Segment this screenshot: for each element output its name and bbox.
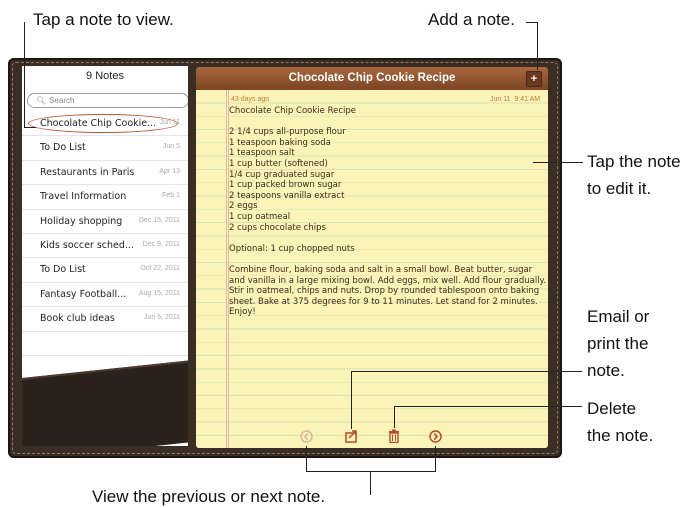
leader-line [394,406,395,428]
note-list-item-title: Kids soccer sched... [40,239,134,251]
note-list-item-date: Jun 5 [162,143,180,151]
note-list-item-title: Travel Information [40,191,127,203]
callout-delete-2: the note. [587,426,654,445]
leader-line [24,22,25,128]
note-list-item-date: Apr 13 [159,167,180,175]
callout-email-3: note. [587,361,625,380]
note-list-item[interactable]: Kids soccer sched... Dec 9, 2011 [22,234,188,259]
next-arrow-icon[interactable] [429,430,442,445]
previous-arrow-icon[interactable] [300,430,313,445]
notes-list-panel: 9 Notes 🔍︎ Search Chocolate Chip Cookie..… [22,66,188,446]
note-list-item[interactable]: Restaurants in Paris Apr 13 [22,161,188,186]
search-field[interactable]: 🔍︎ Search [27,93,188,108]
note-list-item-title: Holiday shopping [40,215,123,227]
empty-list-row [22,332,188,356]
leader-line [394,406,582,407]
note-list-item-title: To Do List [40,264,86,276]
note-title: Chocolate Chip Cookie Recipe [288,72,456,84]
trash-icon[interactable] [388,429,400,445]
note-list-item-date: Aug 15, 2011 [138,289,180,297]
margin-line [226,90,227,448]
leader-line [533,162,583,163]
note-list-item[interactable]: Chocolate Chip Cookie... Jun 11 [22,112,188,137]
callout-prev-next: View the previous or next note. [92,487,326,506]
leader-line [370,471,371,495]
note-list-item-date: Feb 1 [162,192,180,200]
notes-count-title: 9 Notes [86,70,124,82]
search-placeholder: Search [49,96,75,105]
note-list-item[interactable]: Book club ideas Jun 5, 2011 [22,307,188,332]
note-list-item-date: Dec 15, 2011 [138,216,180,224]
note-datetime: Jun 11 9:41 AM [490,96,541,103]
note-list-item[interactable]: Fantasy Football... Aug 15, 2011 [22,283,188,308]
leader-line [537,22,538,70]
note-age: 43 days ago [231,96,270,103]
leader-line [351,371,352,429]
callout-email-1: Email or [587,307,650,326]
note-list-item-title: To Do List [40,142,86,154]
callout-tap-edit-2: to edit it. [587,179,652,198]
leader-line [24,127,36,128]
note-list-item[interactable]: Travel Information Feb 1 [22,185,188,210]
note-list-item[interactable]: To Do List Jun 5 [22,136,188,161]
callout-delete-1: Delete [587,399,637,418]
note-list-item-date: Oct 22, 2011 [140,265,180,273]
leader-line [306,446,307,472]
leader-line [306,471,436,472]
plus-icon: + [530,73,538,85]
note-list-item-date: Jun 5, 2011 [143,314,180,322]
share-icon[interactable] [345,429,359,445]
note-list-item-title: Book club ideas [40,313,115,325]
note-list-item-title: Fantasy Football... [40,288,127,300]
note-list-item-date: Dec 9, 2011 [142,240,180,248]
note-list-item-title: Chocolate Chip Cookie... [40,118,157,129]
note-title-bar: Chocolate Chip Cookie Recipe + [196,67,548,90]
search-icon: 🔍︎ [36,96,47,105]
callout-email-2: print the [587,334,649,353]
note-list-item-title: Restaurants in Paris [40,166,135,178]
add-note-button[interactable]: + [526,71,542,87]
note-list-item[interactable]: To Do List Oct 22, 2011 [22,258,188,283]
leader-line [351,371,582,372]
leader-line [435,446,436,472]
note-list-item-date: Jun 11 [159,119,181,126]
callout-add-note: Add a note. [428,10,515,29]
notes-list: Chocolate Chip Cookie... Jun 11 To Do List… [22,112,188,405]
callout-tap-note: Tap a note to view. [33,10,174,29]
note-body[interactable]: Chocolate Chip Cookie Recipe 2 1/4 cups … [229,106,547,318]
note-list-item[interactable]: Holiday shopping Dec 15, 2011 [22,210,188,234]
callout-tap-edit-1: Tap the note [587,152,681,171]
